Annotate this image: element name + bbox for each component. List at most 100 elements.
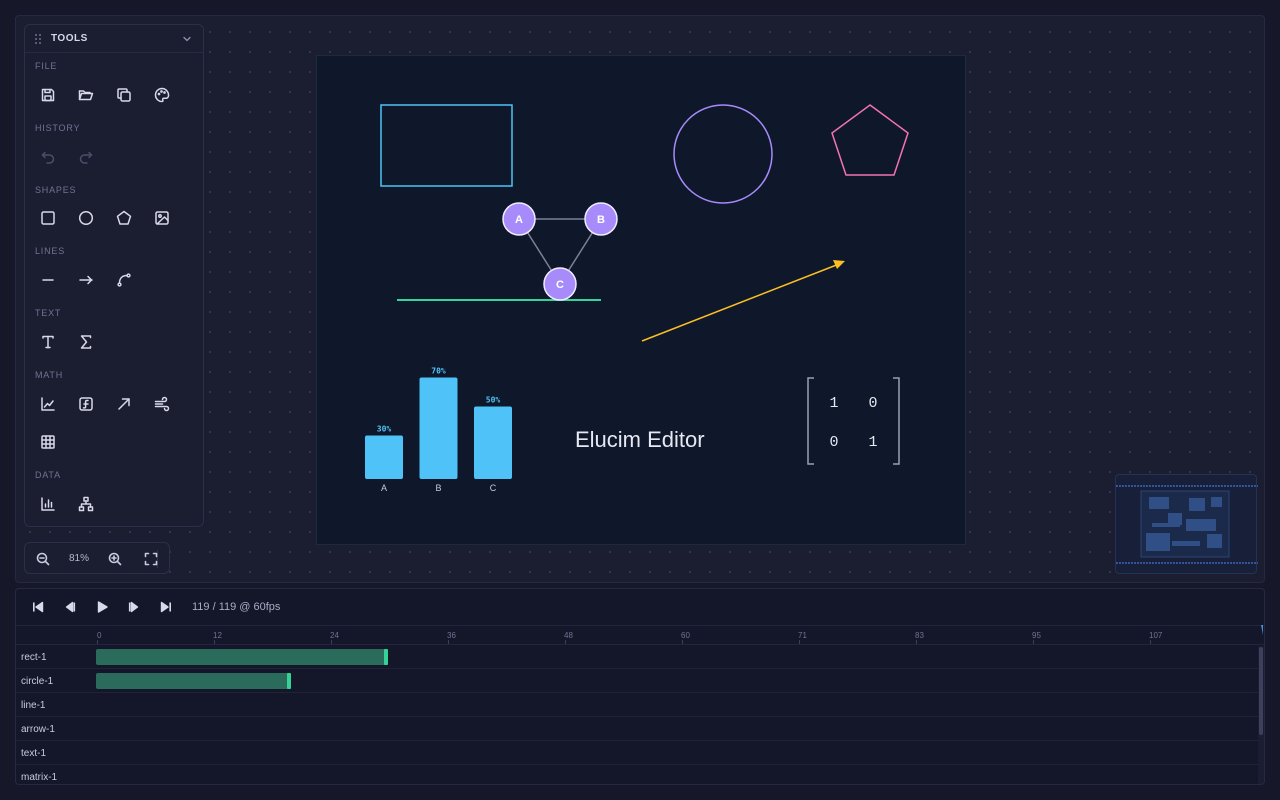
zoom-in-button[interactable] <box>105 549 125 569</box>
zoom-bar: 81% <box>24 542 170 574</box>
canvas-circle[interactable] <box>673 104 773 204</box>
open-button[interactable] <box>73 82 99 108</box>
text-tool[interactable] <box>35 329 61 355</box>
track-row[interactable]: arrow-1 <box>16 717 1260 741</box>
bar-category-label: B <box>435 483 441 493</box>
vector-tool[interactable] <box>111 391 137 417</box>
fit-view-button[interactable] <box>141 549 161 569</box>
circle-tool[interactable] <box>73 205 99 231</box>
track-row[interactable]: circle-1 <box>16 669 1260 693</box>
playhead-marker[interactable] <box>1258 625 1265 635</box>
bar-chart[interactable]: 30% A 70% B 50% C <box>365 367 512 494</box>
arrow-icon <box>79 275 93 285</box>
minimap[interactable] <box>1115 474 1258 574</box>
arrow-tool[interactable] <box>73 267 99 293</box>
skip-to-end-button[interactable] <box>157 598 175 616</box>
keyframe-bar-handle[interactable] <box>384 649 388 665</box>
matrix-cell: 0 <box>868 395 877 412</box>
step-back-button[interactable] <box>61 598 79 616</box>
keyframe-bar-handle[interactable] <box>287 673 291 689</box>
group-label-math: MATH <box>35 370 64 380</box>
group-label-shapes: SHAPES <box>35 185 77 195</box>
graph-node-a[interactable]: A <box>502 202 536 236</box>
matrix-tool[interactable] <box>35 429 61 455</box>
canvas-pentagon[interactable] <box>831 104 909 176</box>
zoom-out-button[interactable] <box>33 549 53 569</box>
keyframe-bar[interactable] <box>96 649 388 665</box>
chevron-down-icon[interactable] <box>181 33 193 45</box>
palette-icon <box>154 87 170 103</box>
bar-chart-tool[interactable] <box>35 491 61 517</box>
tools-panel-header[interactable]: TOOLS <box>25 25 203 53</box>
graph-node-c[interactable]: C <box>543 267 577 301</box>
ruler-tick <box>97 640 98 644</box>
line-icon <box>42 279 54 281</box>
line-tool[interactable] <box>35 267 61 293</box>
bar-chart-icon <box>41 497 55 511</box>
pentagon-tool[interactable] <box>111 205 137 231</box>
step-back-icon <box>65 601 76 613</box>
drag-handle-icon[interactable] <box>35 33 43 44</box>
track-name: rect-1 <box>21 652 47 663</box>
track-row[interactable]: rect-1 <box>16 645 1260 669</box>
rectangle-icon <box>41 211 55 225</box>
bar-value-label: 50% <box>486 396 501 405</box>
graph-tool[interactable] <box>35 391 61 417</box>
timeline-ruler[interactable]: 0 12 24 36 48 60 71 83 95 107 <box>16 625 1264 645</box>
redo-button[interactable] <box>73 144 99 170</box>
undo-button[interactable] <box>35 144 61 170</box>
latex-tool[interactable] <box>73 329 99 355</box>
matrix-right-bracket <box>893 377 900 465</box>
duplicate-button[interactable] <box>111 82 137 108</box>
track-row[interactable]: text-1 <box>16 741 1260 765</box>
canvas-arrow[interactable] <box>641 260 845 342</box>
vector-field-tool[interactable] <box>149 391 175 417</box>
minimap-preview <box>1116 485 1258 564</box>
step-forward-button[interactable] <box>125 598 143 616</box>
canvas[interactable]: A B C 30% A 70% B 50% C 1 0 0 1 Elucim Editor <box>316 55 966 545</box>
track-row[interactable]: matrix-1 <box>16 765 1260 784</box>
matrix-icon <box>41 435 55 449</box>
skip-end-icon <box>160 601 171 613</box>
vector-field-icon <box>154 396 170 412</box>
keyframe-bar[interactable] <box>96 673 291 689</box>
track-row[interactable]: line-1 <box>16 693 1260 717</box>
tools-panel: TOOLS FILE HISTORY SHAPES LINES TEXT MAT… <box>24 24 204 527</box>
sigma-icon <box>80 335 92 349</box>
graph-icon <box>41 397 55 411</box>
graph-node-label: B <box>597 214 605 226</box>
ruler-tick <box>565 640 566 644</box>
tree-tool[interactable] <box>73 491 99 517</box>
track-name: text-1 <box>21 748 47 759</box>
ruler-tick <box>916 640 917 644</box>
bar-C <box>474 406 512 479</box>
matrix[interactable]: 1 0 0 1 <box>807 377 900 465</box>
function-tool[interactable] <box>73 391 99 417</box>
track-name: matrix-1 <box>21 772 58 783</box>
matrix-cell: 0 <box>829 434 838 451</box>
ruler-tick-label: 36 <box>447 631 456 640</box>
ruler-tick-label: 0 <box>97 631 102 640</box>
frame-counter: 119 / 119 @ 60fps <box>192 601 281 613</box>
canvas-text-label[interactable]: Elucim Editor <box>575 427 705 453</box>
undo-icon <box>41 151 55 164</box>
play-button[interactable] <box>93 598 111 616</box>
canvas-rectangle[interactable] <box>380 104 513 187</box>
curve-tool[interactable] <box>111 267 137 293</box>
rectangle-tool[interactable] <box>35 205 61 231</box>
timeline-scrollbar-thumb[interactable] <box>1259 647 1263 735</box>
save-button[interactable] <box>35 82 61 108</box>
image-tool[interactable] <box>149 205 175 231</box>
skip-to-start-button[interactable] <box>29 598 47 616</box>
playback-controls: 119 / 119 @ 60fps <box>16 589 1264 625</box>
zoom-level: 81% <box>68 553 89 564</box>
graph-node-b[interactable]: B <box>584 202 618 236</box>
bar-A <box>365 435 403 479</box>
ruler-tick-label: 12 <box>213 631 222 640</box>
ruler-tick <box>1033 640 1034 644</box>
palette-button[interactable] <box>149 82 175 108</box>
ruler-tick <box>682 640 683 644</box>
text-icon <box>42 335 54 349</box>
ruler-tick-label: 48 <box>564 631 573 640</box>
vector-icon <box>118 398 130 410</box>
